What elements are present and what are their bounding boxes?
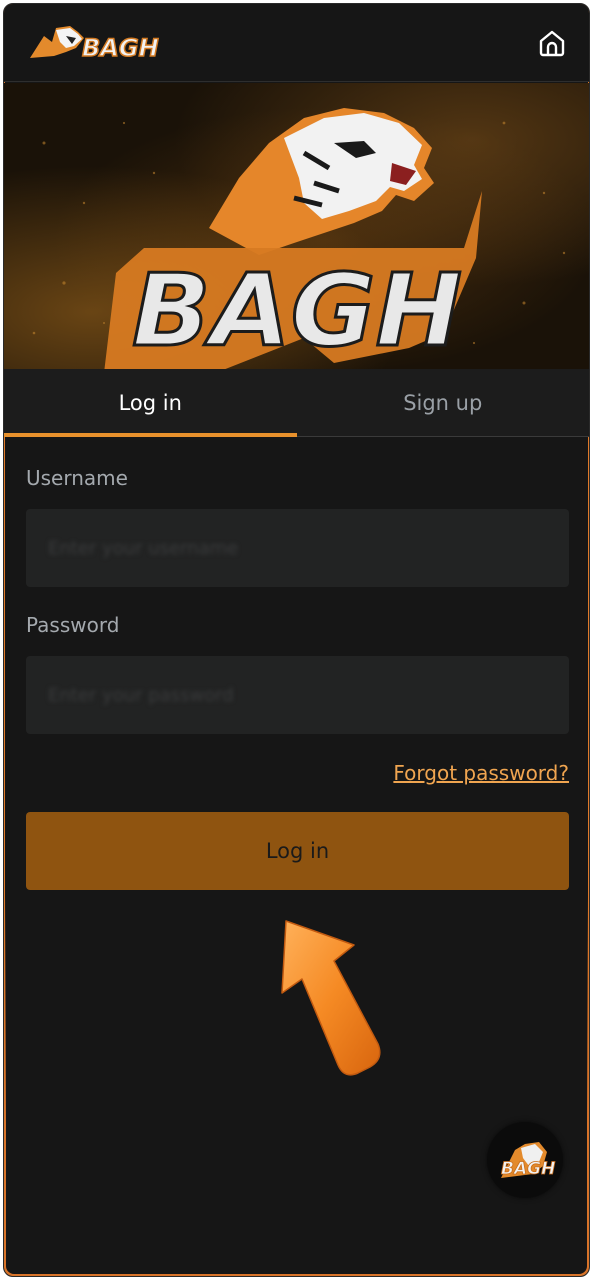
- tab-login[interactable]: Log in: [4, 369, 297, 437]
- auth-tabs: Log in Sign up: [4, 369, 589, 437]
- tab-signup[interactable]: Sign up: [297, 369, 590, 436]
- username-label: Username: [26, 466, 128, 490]
- username-input[interactable]: [26, 509, 569, 587]
- password-input[interactable]: [26, 656, 569, 734]
- badge-logo-text: BAGH: [501, 1159, 555, 1179]
- tiger-mascot-icon: [209, 108, 434, 255]
- badge-logo: BAGH: [501, 1142, 556, 1179]
- app-frame: BAGH BAGH Log in Sign up Username Enter …: [3, 3, 590, 1277]
- support-chat-button[interactable]: BAGH: [487, 1122, 563, 1198]
- brand-logo[interactable]: BAGH: [26, 18, 166, 68]
- password-label: Password: [26, 613, 120, 637]
- pointer-arrow-icon: [281, 920, 381, 1076]
- hero-banner: BAGH: [4, 83, 589, 369]
- forgot-password-link[interactable]: Forgot password?: [26, 761, 569, 785]
- login-button[interactable]: Log in: [26, 812, 569, 890]
- brand-logo-text: BAGH: [82, 34, 159, 62]
- top-bar: BAGH: [4, 4, 589, 82]
- hero-logo-text: BAGH: [132, 252, 462, 369]
- home-button[interactable]: [533, 24, 571, 62]
- login-form: Username Password Forgot password? Log i…: [26, 437, 569, 890]
- home-icon: [539, 30, 565, 57]
